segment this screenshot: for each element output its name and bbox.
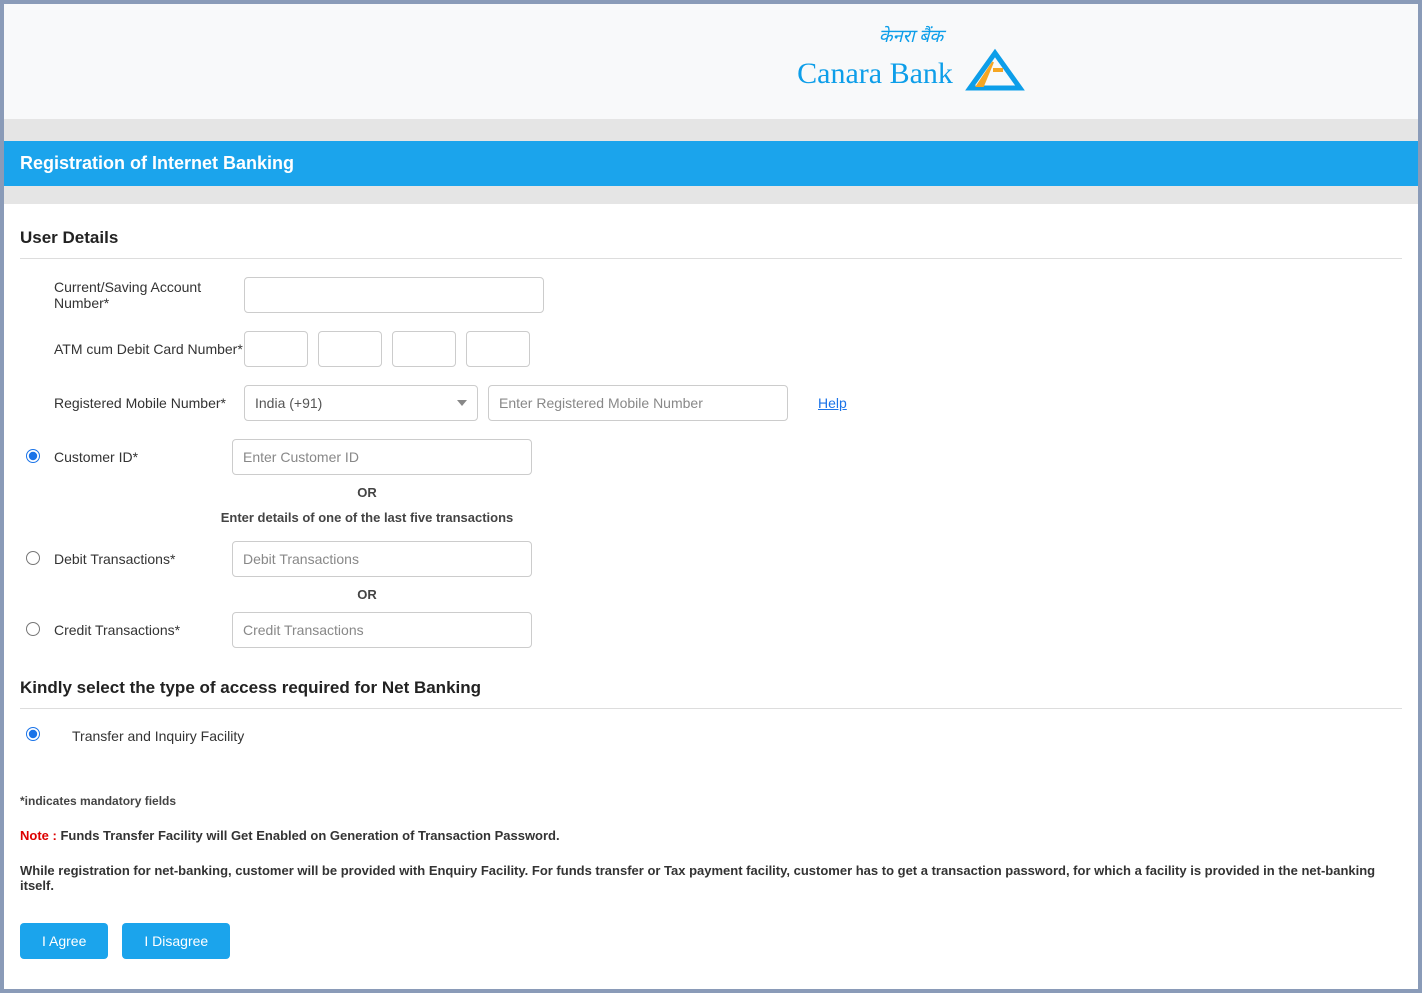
spacer-strip-2 xyxy=(4,186,1418,204)
debit-transactions-input[interactable] xyxy=(232,541,532,577)
button-row: I Agree I Disagree xyxy=(20,923,1402,959)
credit-transactions-radio[interactable] xyxy=(26,622,40,636)
debit-transactions-row: Debit Transactions* xyxy=(20,541,1402,577)
mobile-number-row: Registered Mobile Number* India (+91) He… xyxy=(20,385,1402,421)
divider xyxy=(20,258,1402,259)
country-code-value: India (+91) xyxy=(255,395,322,411)
debit-card-input-3[interactable] xyxy=(392,331,456,367)
account-number-label: Current/Saving Account Number* xyxy=(54,279,244,311)
access-option-row: Transfer and Inquiry Facility xyxy=(20,727,1402,744)
chevron-down-icon xyxy=(457,400,467,406)
access-type-section: Kindly select the type of access require… xyxy=(20,678,1402,744)
country-code-select[interactable]: India (+91) xyxy=(244,385,478,421)
mandatory-fields-note: *indicates mandatory fields xyxy=(20,794,1402,808)
page-title: Registration of Internet Banking xyxy=(20,153,294,173)
customer-id-label: Customer ID* xyxy=(54,449,232,465)
page-title-bar: Registration of Internet Banking xyxy=(4,141,1418,186)
access-type-heading: Kindly select the type of access require… xyxy=(20,678,1402,698)
credit-transactions-label: Credit Transactions* xyxy=(54,622,232,638)
transaction-instruction: Enter details of one of the last five tr… xyxy=(20,510,554,525)
debit-card-input-4[interactable] xyxy=(466,331,530,367)
debit-card-row: ATM cum Debit Card Number* xyxy=(20,331,1402,367)
note-body: Funds Transfer Facility will Get Enabled… xyxy=(60,828,559,843)
registration-info-text: While registration for net-banking, cust… xyxy=(20,863,1402,893)
bank-logo-icon xyxy=(965,48,1025,99)
credit-transactions-row: Credit Transactions* xyxy=(20,612,1402,648)
or-separator-2: OR xyxy=(20,587,554,602)
debit-transactions-radio[interactable] xyxy=(26,551,40,565)
mobile-number-label: Registered Mobile Number* xyxy=(54,395,244,411)
debit-card-input-1[interactable] xyxy=(244,331,308,367)
note-line: Note : Funds Transfer Facility will Get … xyxy=(20,828,1402,843)
page-frame: केनरा बैंक Canara Bank Registration of I… xyxy=(0,0,1422,993)
customer-id-row: Customer ID* xyxy=(20,439,1402,475)
account-number-input[interactable] xyxy=(244,277,544,313)
note-prefix: Note : xyxy=(20,828,60,843)
bank-logo: केनरा बैंक Canara Bank xyxy=(797,24,1025,99)
mobile-number-input[interactable] xyxy=(488,385,788,421)
debit-card-input-2[interactable] xyxy=(318,331,382,367)
spacer-strip-1 xyxy=(4,119,1418,141)
credit-transactions-input[interactable] xyxy=(232,612,532,648)
account-number-row: Current/Saving Account Number* xyxy=(20,277,1402,313)
header: केनरा बैंक Canara Bank xyxy=(4,4,1418,119)
help-link[interactable]: Help xyxy=(818,395,847,411)
user-details-heading: User Details xyxy=(20,228,1402,248)
or-separator-1: OR xyxy=(20,485,554,500)
transfer-inquiry-radio[interactable] xyxy=(26,727,40,741)
transfer-inquiry-label: Transfer and Inquiry Facility xyxy=(72,728,244,744)
debit-card-label: ATM cum Debit Card Number* xyxy=(54,341,244,357)
disagree-button[interactable]: I Disagree xyxy=(122,923,230,959)
customer-id-radio[interactable] xyxy=(26,449,40,463)
logo-english-text: Canara Bank xyxy=(797,57,953,91)
debit-transactions-label: Debit Transactions* xyxy=(54,551,232,567)
agree-button[interactable]: I Agree xyxy=(20,923,108,959)
customer-id-input[interactable] xyxy=(232,439,532,475)
divider-2 xyxy=(20,708,1402,709)
form-content: User Details Current/Saving Account Numb… xyxy=(4,204,1418,989)
logo-hindi-text: केनरा बैंक xyxy=(797,24,1025,48)
